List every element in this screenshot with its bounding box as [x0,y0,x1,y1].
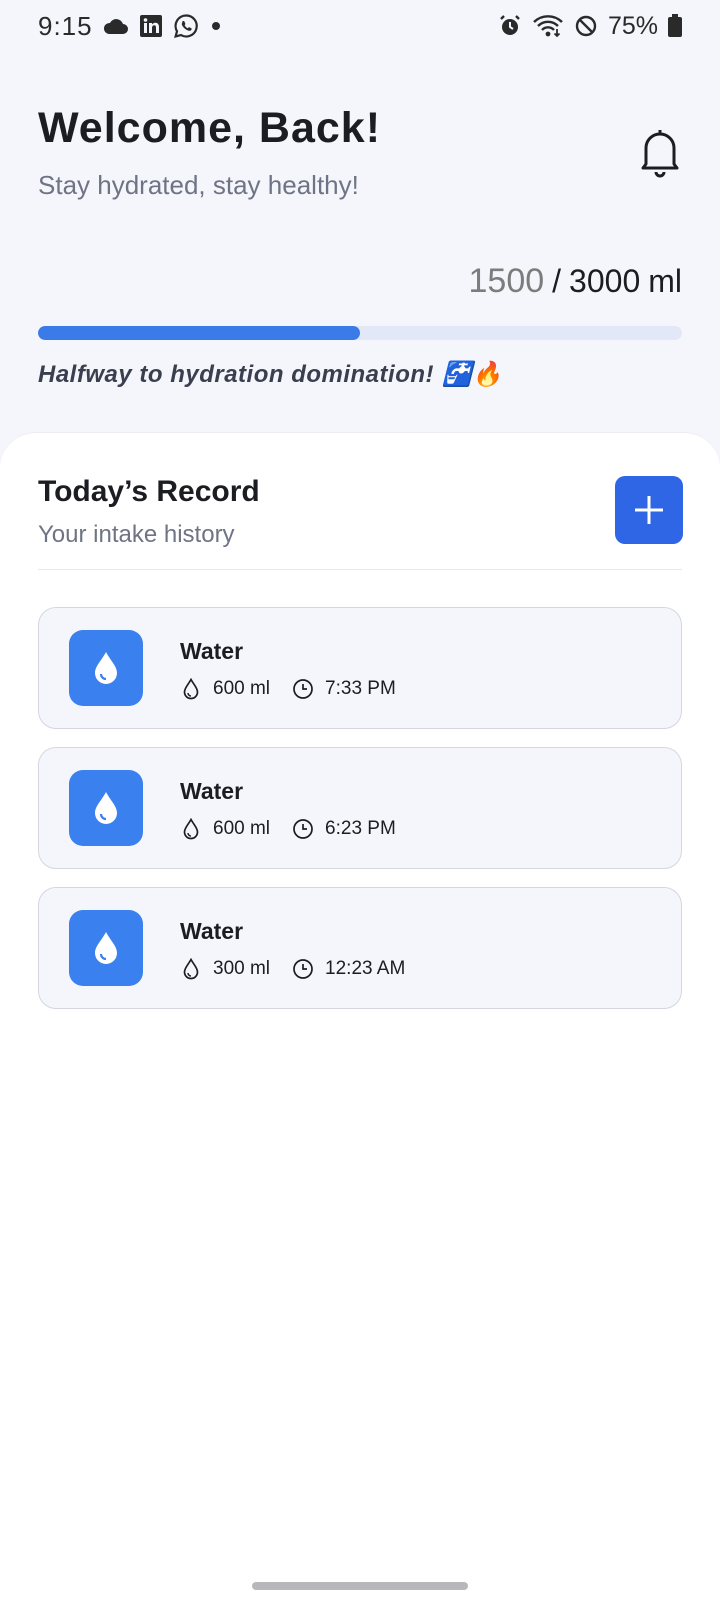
water-drop-icon [95,652,117,684]
intake-card[interactable]: Water 600 ml 7:33 PM [38,607,682,729]
motivation-message: Halfway to hydration domination! 🚰🔥 [38,360,503,389]
plus-icon [635,496,663,524]
record-title: Today’s Record [38,475,260,508]
clock-icon [292,818,314,840]
wifi-icon [532,14,564,38]
intake-amount: 600 ml [213,678,271,699]
intake-goal: 3000 [569,263,641,299]
drop-outline-icon [180,818,202,840]
intake-card[interactable]: Water 600 ml 6:23 PM [38,747,682,869]
status-bar: 9:15 75% [0,0,720,52]
intake-name: Water [180,638,244,664]
record-divider [38,569,682,570]
cloud-icon [103,17,129,35]
intake-time: 6:23 PM [325,818,396,839]
clock-icon [292,678,314,700]
record-sheet: Today’s Record Your intake history Water… [0,432,720,1600]
page-title: Welcome, Back! [38,104,382,152]
intake-card[interactable]: Water 300 ml 12:23 AM [38,887,682,1009]
intake-time: 7:33 PM [325,678,396,699]
water-drop-icon [95,792,117,824]
intake-goal-readout: 1500 / 3000 ml [469,262,682,301]
drop-outline-icon [180,678,202,700]
do-not-disturb-icon [574,14,598,38]
battery-percent: 75% [607,11,658,40]
intake-meta: 600 ml 6:23 PM [180,818,396,840]
intake-progress-bar [38,326,682,340]
drop-outline-icon [180,958,202,980]
water-drop-badge [69,630,143,706]
app-screen: 9:15 75% Welcome, Back! Stay hydrated, s… [0,0,720,1600]
battery-icon [668,14,682,38]
motivation-text: Halfway to hydration domination! [38,360,435,388]
record-subtitle: Your intake history [38,521,235,548]
intake-name: Water [180,778,244,804]
clock-icon [292,958,314,980]
status-bar-left: 9:15 [38,11,223,42]
intake-separator: / [552,263,562,299]
status-bar-right: 75% [498,12,682,41]
whatsapp-icon [173,13,199,39]
intake-unit: ml [648,263,682,299]
water-drop-icon [95,932,117,964]
intake-time: 12:23 AM [325,958,406,979]
intake-current: 1500 [468,262,545,300]
water-drop-badge [69,770,143,846]
add-intake-button[interactable] [615,476,683,544]
intake-meta: 600 ml 7:33 PM [180,678,396,700]
intake-progress-fill [38,326,360,340]
intake-amount: 300 ml [213,958,271,979]
intake-list: Water 600 ml 7:33 PM Water 600 ml 6:23 P… [38,607,682,1027]
status-time: 9:15 [38,10,93,41]
home-indicator[interactable] [252,1582,468,1590]
dot-icon [209,19,223,33]
motivation-emoji: 🚰🔥 [442,361,503,388]
linkedin-icon [139,14,163,38]
page-subtitle: Stay hydrated, stay healthy! [38,170,359,200]
intake-name: Water [180,918,244,944]
alarm-icon [498,14,522,38]
intake-amount: 600 ml [213,818,271,839]
intake-meta: 300 ml 12:23 AM [180,958,405,980]
notification-bell-icon[interactable] [640,126,680,178]
water-drop-badge [69,910,143,986]
